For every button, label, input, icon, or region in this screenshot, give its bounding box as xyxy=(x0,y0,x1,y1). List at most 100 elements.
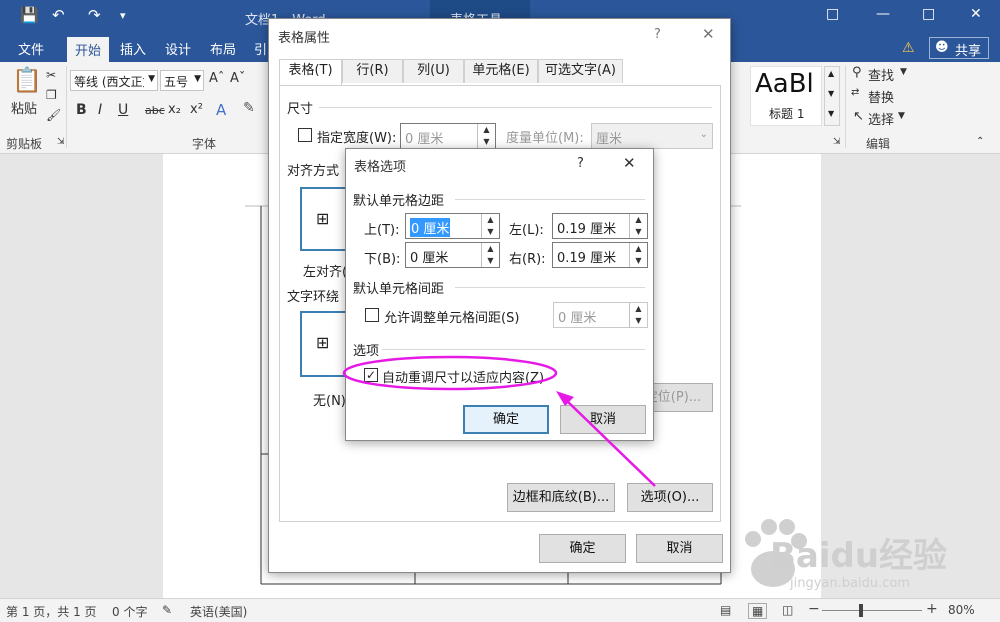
spin-arrows[interactable]: ▲ ▼ xyxy=(481,214,499,238)
zoom-in-icon[interactable]: + xyxy=(926,601,938,617)
paste-icon[interactable]: 📋 xyxy=(12,66,42,94)
maximize-icon[interactable]: □ xyxy=(922,6,935,22)
find-button[interactable]: 查找 xyxy=(868,65,894,84)
minimize-icon[interactable]: — xyxy=(876,6,890,22)
zoom-out-icon[interactable]: − xyxy=(808,601,820,617)
spin-arrows[interactable]: ▲ ▼ xyxy=(629,303,647,327)
ok-button[interactable]: 确定 xyxy=(463,405,549,434)
spin-down-icon[interactable]: ▼ xyxy=(478,136,495,148)
styles-scroll[interactable]: ▲ ▼ ▼ xyxy=(824,66,840,126)
spin-down-icon[interactable]: ▼ xyxy=(482,255,499,267)
align-left-option[interactable]: ⊞ xyxy=(300,187,348,251)
cut-icon[interactable]: ✂ xyxy=(46,68,56,82)
tab-table[interactable]: 表格(T) xyxy=(279,59,342,85)
pref-width-spinner[interactable]: 0 厘米 ▲ ▼ xyxy=(400,123,496,149)
close-icon[interactable]: ✕ xyxy=(623,154,636,172)
spin-up-icon[interactable]: ▲ xyxy=(482,243,499,255)
scroll-down-icon[interactable]: ▼ xyxy=(828,89,834,98)
italic-icon[interactable]: I xyxy=(98,102,102,118)
text-effects-icon[interactable]: A xyxy=(216,101,226,119)
spin-arrows[interactable]: ▲ ▼ xyxy=(481,243,499,267)
zoom-level[interactable]: 80% xyxy=(948,603,975,617)
tab-column[interactable]: 列(U) xyxy=(403,59,464,83)
help-button[interactable]: ? xyxy=(654,27,661,42)
spacing-spinner[interactable]: 0 厘米 ▲ ▼ xyxy=(553,302,648,328)
read-mode-icon[interactable]: ▤ xyxy=(720,603,731,617)
style-heading1[interactable]: AaBl 标题 1 xyxy=(750,66,822,126)
styles-more-icon[interactable]: ▼ xyxy=(828,109,834,118)
copy-icon[interactable]: ❐ xyxy=(46,88,57,102)
redo-icon[interactable]: ↷ xyxy=(88,6,101,24)
grow-font-icon[interactable]: Aˆ xyxy=(209,71,224,86)
spin-up-icon[interactable]: ▲ xyxy=(478,124,495,136)
paste-button[interactable]: 粘贴 xyxy=(11,98,37,117)
select-button[interactable]: 选择 xyxy=(868,109,894,128)
replace-button[interactable]: 替换 xyxy=(868,87,894,106)
close-icon[interactable]: ✕ xyxy=(702,25,715,43)
tab-alt-text[interactable]: 可选文字(A) xyxy=(538,59,623,83)
superscript-icon[interactable]: x² xyxy=(190,102,203,117)
tab-design[interactable]: 设计 xyxy=(165,39,191,58)
spin-arrows[interactable]: ▲ ▼ xyxy=(477,124,495,148)
spin-up-icon[interactable]: ▲ xyxy=(630,214,647,226)
highlight-icon[interactable]: ✎ xyxy=(243,100,255,116)
save-icon[interactable]: 💾 xyxy=(20,6,39,24)
print-layout-icon[interactable]: ▦ xyxy=(748,603,768,619)
collapse-ribbon-icon[interactable]: ⌃ xyxy=(976,136,984,147)
tab-row[interactable]: 行(R) xyxy=(342,59,403,83)
word-count[interactable]: 0 个字 xyxy=(112,603,147,620)
bold-icon[interactable]: B xyxy=(76,102,87,118)
zoom-slider-thumb[interactable] xyxy=(858,604,863,617)
strikethrough-icon[interactable]: abc xyxy=(145,104,165,117)
font-size-box[interactable]: 五号 ▼ xyxy=(160,70,204,91)
pref-width-checkbox[interactable] xyxy=(298,128,312,142)
spin-up-icon[interactable]: ▲ xyxy=(630,243,647,255)
web-layout-icon[interactable]: ◫ xyxy=(782,603,793,617)
shrink-font-icon[interactable]: Aˇ xyxy=(230,71,245,86)
tab-references[interactable]: 引 xyxy=(254,39,267,58)
page-count[interactable]: 第 1 页，共 1 页 xyxy=(6,603,97,620)
spin-arrows[interactable]: ▲ ▼ xyxy=(629,243,647,267)
select-cursor-icon[interactable]: ↖ xyxy=(853,109,864,124)
borders-shading-button[interactable]: 边框和底纹(B)... xyxy=(507,483,615,512)
help-button[interactable]: ? xyxy=(577,156,584,171)
right-margin-spinner[interactable]: 0.19 厘米 ▲ ▼ xyxy=(552,242,648,268)
ok-button[interactable]: 确定 xyxy=(539,534,626,563)
autofit-checkbox[interactable]: ✓ xyxy=(364,368,378,382)
tab-cell[interactable]: 单元格(E) xyxy=(464,59,538,83)
format-painter-icon[interactable]: 🖌 xyxy=(46,108,61,122)
allow-spacing-checkbox[interactable] xyxy=(365,308,379,322)
styles-launcher-icon[interactable]: ⇲ xyxy=(833,137,841,147)
spin-down-icon[interactable]: ▼ xyxy=(630,226,647,238)
spin-down-icon[interactable]: ▼ xyxy=(482,226,499,238)
tab-file[interactable]: 文件 xyxy=(18,39,44,58)
top-margin-spinner[interactable]: 0 厘米 ▲ ▼ xyxy=(405,213,500,239)
cancel-button[interactable]: 取消 xyxy=(560,405,646,434)
bottom-margin-spinner[interactable]: 0 厘米 ▲ ▼ xyxy=(405,242,500,268)
spin-down-icon[interactable]: ▼ xyxy=(630,315,647,327)
spin-down-icon[interactable]: ▼ xyxy=(630,255,647,267)
tab-home[interactable]: 开始 xyxy=(67,37,110,62)
undo-icon[interactable]: ↶ xyxy=(52,6,65,24)
spin-up-icon[interactable]: ▲ xyxy=(630,303,647,315)
cancel-button[interactable]: 取消 xyxy=(636,534,723,563)
language-indicator[interactable]: 英语(美国) xyxy=(190,603,247,620)
customize-qat-icon[interactable]: ▾ xyxy=(120,9,126,22)
replace-icon[interactable]: ⇄ xyxy=(851,87,859,98)
close-icon[interactable]: ✕ xyxy=(970,6,982,22)
underline-icon[interactable]: U xyxy=(118,102,128,118)
font-name-box[interactable]: 等线 (西文正文 ▼ xyxy=(70,70,158,91)
tab-layout[interactable]: 布局 xyxy=(210,39,236,58)
spin-up-icon[interactable]: ▲ xyxy=(482,214,499,226)
options-button[interactable]: 选项(O)... xyxy=(627,483,713,512)
share-button[interactable]: ☻ 共享 xyxy=(929,37,989,59)
clipboard-launcher-icon[interactable]: ⇲ xyxy=(57,137,65,147)
spin-arrows[interactable]: ▲ ▼ xyxy=(629,214,647,238)
left-margin-spinner[interactable]: 0.19 厘米 ▲ ▼ xyxy=(552,213,648,239)
measure-select[interactable]: 厘米 ⌄ xyxy=(591,123,713,149)
scroll-up-icon[interactable]: ▲ xyxy=(828,69,834,78)
proofing-icon[interactable]: ✎ xyxy=(162,603,172,617)
subscript-icon[interactable]: x₂ xyxy=(168,102,181,117)
tab-insert[interactable]: 插入 xyxy=(120,39,146,58)
warning-icon[interactable]: ⚠ xyxy=(902,40,915,56)
